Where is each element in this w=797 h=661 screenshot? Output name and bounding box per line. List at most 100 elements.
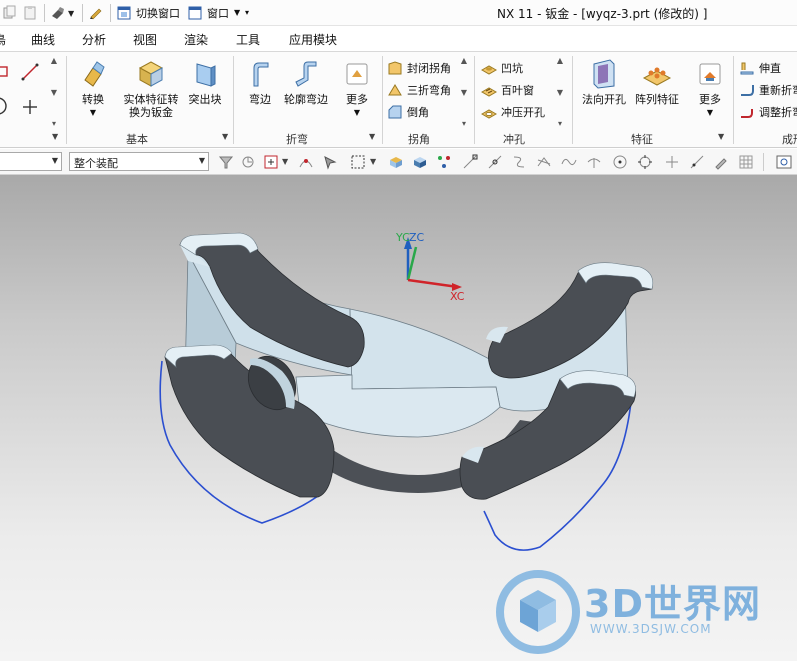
view-fit-icon[interactable]	[776, 154, 792, 170]
feature-more-button[interactable]: 更多 ▼	[688, 58, 732, 126]
zc-label: ZC	[409, 231, 425, 244]
menu-item-tools[interactable]: 工具	[236, 31, 260, 48]
pattern-feature-icon	[642, 67, 672, 86]
three-bend-corner-icon	[388, 84, 402, 96]
line-icon[interactable]	[20, 62, 39, 81]
more-icon	[699, 63, 721, 85]
copy-icon[interactable]	[2, 4, 18, 22]
box-select-icon[interactable]	[350, 154, 366, 170]
point-on-face-icon[interactable]	[689, 154, 705, 170]
show-hide-icon[interactable]	[88, 4, 104, 22]
paste-icon[interactable]	[22, 4, 38, 22]
rebend-icon	[741, 85, 754, 96]
ribbon: ▲▼▾ ▼ 转换 ▼ 实体特征转 换为钣金 突出块 基本 ▼ 弯边 轮廓弯边	[0, 52, 797, 148]
xc-axis	[407, 278, 459, 289]
menu-item-render[interactable]: 渲染	[184, 31, 208, 48]
snap-options-icon[interactable]	[436, 154, 452, 170]
snap-dropdown-icon[interactable]: ▼	[282, 157, 288, 166]
bend-group-dropdown-icon[interactable]: ▼	[369, 132, 375, 141]
title-bar: ▼ 切换窗口 窗口 ▼ ▾ NX 11 - 钣金 - [wyqz-3.prt (…	[0, 0, 797, 26]
curve-point-icon[interactable]	[561, 154, 577, 170]
menu-item-application[interactable]: 应用模块	[289, 31, 337, 48]
menu-item-view[interactable]: 视图	[133, 31, 157, 48]
quick-pick-icon[interactable]	[322, 154, 338, 170]
group-label-corner: 拐角	[408, 133, 430, 146]
basic-group-dropdown-icon[interactable]: ▼	[222, 132, 228, 141]
circle-icon[interactable]	[0, 96, 8, 115]
closed-corner-icon	[388, 61, 402, 75]
menu-item-curve[interactable]: 曲线	[31, 31, 55, 48]
unbend-icon	[740, 62, 754, 75]
watermark: 3D世界网 WWW.3DSJW.COM	[494, 570, 794, 660]
convert-button[interactable]: 转换 ▼	[66, 58, 120, 126]
normal-cutout-button[interactable]: 法向开孔	[577, 58, 631, 126]
solid-to-sheet-metal-button[interactable]: 实体特征转 换为钣金	[122, 58, 180, 126]
edit-object-display-icon[interactable]: ▼	[50, 4, 74, 22]
more-icon	[346, 63, 368, 85]
point-on-curve-icon[interactable]	[298, 154, 314, 170]
solid-to-sheet-icon	[138, 61, 164, 87]
midpoint-icon[interactable]	[487, 154, 503, 170]
tangent-icon[interactable]	[586, 154, 602, 170]
filter-icon[interactable]	[218, 154, 234, 170]
three-bend-corner-button[interactable]: 三折弯角	[387, 80, 451, 100]
contour-flange-button[interactable]: 轮廓弯边	[279, 58, 333, 126]
punch-gallery-scroll[interactable]: ▲ ▼ ▾	[554, 56, 566, 128]
grid-icon[interactable]	[738, 154, 754, 170]
menu-bar: 鳥 曲线 分析 视图 渲染 工具 应用模块	[0, 26, 797, 52]
flange-icon	[253, 62, 269, 87]
snap-point-icon[interactable]	[263, 154, 279, 170]
drawn-cutout-icon	[481, 109, 497, 119]
sketch-gallery-scroll[interactable]: ▲ ▼ ▾	[48, 56, 60, 128]
menu-item-analysis[interactable]: 分析	[82, 31, 106, 48]
menu-item-partial[interactable]: 鳥	[0, 31, 6, 48]
switch-window-button[interactable]: 切换窗口	[136, 5, 180, 21]
window-menu-button[interactable]: 窗口	[207, 5, 229, 21]
normal-cutout-icon	[593, 59, 615, 89]
box-select-dropdown-icon[interactable]: ▼	[370, 157, 376, 166]
corner-gallery-scroll[interactable]: ▲ ▼ ▾	[458, 56, 470, 128]
unbend-button[interactable]: 伸直	[739, 58, 781, 78]
group-label-basic: 基本	[126, 133, 148, 146]
quadrant-point-icon[interactable]	[637, 154, 653, 170]
existing-point-icon[interactable]	[664, 154, 680, 170]
adjust-bend-button[interactable]: 调整折弯	[739, 102, 797, 122]
dimple-button[interactable]: 凹坑	[481, 58, 523, 78]
selection-scope-select[interactable]: 整个装配 ▼	[69, 152, 209, 171]
watermark-url: WWW.3DSJW.COM	[590, 622, 712, 636]
solid-body-filter-icon[interactable]	[388, 154, 404, 170]
bend-more-button[interactable]: 更多 ▼	[335, 58, 379, 126]
arc-center-icon[interactable]	[612, 154, 628, 170]
sketch-group-dropdown-icon[interactable]: ▼	[52, 132, 58, 141]
intersection-icon[interactable]	[536, 154, 552, 170]
group-label-form: 成形	[782, 133, 797, 146]
tab-icon	[196, 63, 216, 87]
chevron-down-icon: ▼	[198, 156, 205, 165]
closed-corner-button[interactable]: 封闭拐角	[387, 58, 451, 78]
watermark-logo-icon	[496, 570, 580, 654]
customize-dropdown-icon[interactable]: ▾	[245, 8, 249, 17]
point-icon[interactable]	[21, 98, 37, 114]
edit-icon[interactable]	[713, 154, 729, 170]
reset-filter-icon[interactable]	[240, 154, 256, 170]
type-filter-select[interactable]: ▼	[0, 152, 62, 171]
drawn-cutout-button[interactable]: 冲压开孔	[481, 102, 545, 122]
window-dropdown-icon[interactable]: ▼	[234, 8, 240, 17]
group-label-punch: 冲孔	[503, 133, 525, 146]
chamfer-button[interactable]: 倒角	[387, 102, 429, 122]
chevron-down-icon: ▼	[51, 156, 58, 165]
rectangle-icon[interactable]	[0, 64, 10, 80]
graphics-viewport[interactable]: YC ZC XC 3D世界网 WWW.3DSJW.COM	[0, 175, 797, 661]
window-icon[interactable]	[187, 4, 203, 22]
switch-window-icon[interactable]	[116, 4, 132, 22]
rebend-button[interactable]: 重新折弯	[739, 80, 797, 100]
control-point-icon[interactable]	[511, 154, 527, 170]
adjust-bend-icon	[741, 109, 753, 118]
feature-group-dropdown-icon[interactable]: ▼	[718, 132, 724, 141]
tab-button[interactable]: 突出块	[178, 58, 232, 126]
selection-toolbar: ▼ 整个装配 ▼ ▼ ▼	[0, 149, 797, 175]
endpoint-icon[interactable]	[462, 154, 478, 170]
pattern-feature-button[interactable]: 阵列特征	[630, 58, 684, 126]
sheet-body-filter-icon[interactable]	[412, 154, 428, 170]
louver-button[interactable]: 百叶窗	[481, 80, 534, 100]
